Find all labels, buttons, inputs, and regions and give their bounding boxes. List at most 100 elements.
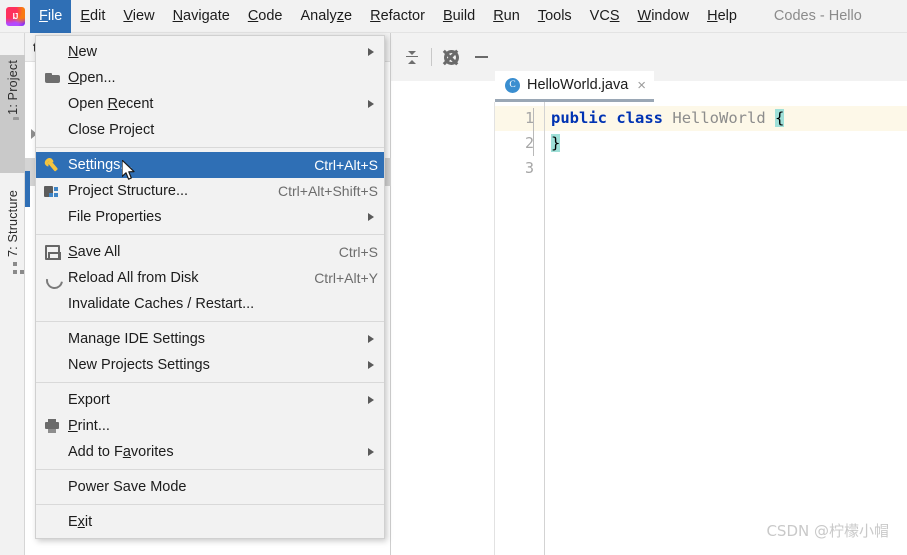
- submenu-arrow-icon: [368, 396, 374, 404]
- menu-item-save-all-accel: Ctrl+S: [338, 244, 378, 260]
- wrench-icon: [36, 152, 68, 178]
- project-structure-icon: [36, 178, 68, 204]
- submenu-arrow-icon: [368, 48, 374, 56]
- submenu-arrow-icon: [368, 100, 374, 108]
- close-icon[interactable]: ×: [637, 78, 646, 93]
- intellij-idea-window: File Edit View Navigate Code Analyze Ref…: [0, 0, 907, 555]
- submenu-arrow-icon: [368, 361, 374, 369]
- menu-item-settings[interactable]: Settings... Ctrl+Alt+S: [36, 152, 384, 178]
- menu-build[interactable]: Build: [434, 0, 484, 33]
- code-fold-line[interactable]: [533, 108, 534, 156]
- menu-vcs[interactable]: VCS: [581, 0, 629, 33]
- menu-separator: [36, 234, 384, 235]
- menu-item-manage-ide-settings[interactable]: Manage IDE Settings: [36, 326, 384, 352]
- menu-separator: [36, 382, 384, 383]
- code-keyword-public: public: [551, 109, 607, 127]
- menu-item-power-save-mode[interactable]: Power Save Mode: [36, 474, 384, 500]
- menu-edit[interactable]: Edit: [71, 0, 114, 33]
- menu-help[interactable]: Help: [698, 0, 746, 33]
- menu-bar: File Edit View Navigate Code Analyze Ref…: [0, 0, 907, 33]
- menu-refactor[interactable]: Refactor: [361, 0, 434, 33]
- java-class-icon: C: [505, 77, 520, 93]
- intellij-idea-logo-icon: [5, 6, 25, 26]
- sidebar-item-structure[interactable]: 7: Structure: [0, 185, 25, 313]
- menu-item-file-properties-label: File Properties: [68, 209, 162, 225]
- menu-item-project-structure-accel: Ctrl+Alt+Shift+S: [278, 183, 378, 199]
- menu-item-export[interactable]: Export: [36, 387, 384, 413]
- menu-view[interactable]: View: [114, 0, 163, 33]
- menu-item-save-all[interactable]: Save All Ctrl+S: [36, 239, 384, 265]
- submenu-arrow-icon: [368, 448, 374, 456]
- editor-tab-label: HelloWorld.java: [527, 77, 629, 93]
- menu-item-new-label: New: [68, 44, 98, 60]
- menu-item-print[interactable]: Print...: [36, 413, 384, 439]
- menu-separator: [36, 469, 384, 470]
- menu-item-reload-all-from-disk[interactable]: Reload All from Disk Ctrl+Alt+Y: [36, 265, 384, 291]
- line-number: 2: [524, 134, 534, 152]
- menu-file[interactable]: File: [30, 0, 72, 33]
- sidebar-item-project[interactable]: 1: Project: [0, 55, 25, 173]
- menu-item-settings-label: Settings...: [68, 157, 133, 173]
- menu-separator: [36, 147, 384, 148]
- editor-gutter[interactable]: 1 2 3: [495, 102, 545, 555]
- menu-item-exit[interactable]: Exit: [36, 509, 384, 535]
- sidebar-item-project-label: 1: Project: [5, 60, 20, 115]
- menu-item-icon-placeholder: [36, 439, 68, 465]
- menu-item-reload-all-from-disk-accel: Ctrl+Alt+Y: [314, 270, 378, 286]
- code-text-area[interactable]: public class HelloWorld { }: [545, 102, 907, 555]
- printer-icon: [36, 413, 68, 439]
- sidebar-item-structure-label: 7: Structure: [5, 190, 20, 258]
- menu-item-new[interactable]: New: [36, 39, 384, 65]
- app-logo: [0, 0, 30, 33]
- menu-navigate[interactable]: Navigate: [164, 0, 239, 33]
- minus-icon: [474, 56, 488, 58]
- menu-run[interactable]: Run: [484, 0, 529, 33]
- submenu-arrow-icon: [368, 335, 374, 343]
- menu-item-invalidate-caches[interactable]: Invalidate Caches / Restart...: [36, 291, 384, 317]
- hide-button[interactable]: [466, 42, 496, 72]
- window-title: Codes - Hello: [773, 8, 862, 24]
- menu-item-exit-label: Exit: [68, 514, 93, 530]
- menu-analyze[interactable]: Analyze: [292, 0, 362, 33]
- collapse-all-button[interactable]: [397, 42, 427, 72]
- menu-item-icon-placeholder: [36, 352, 68, 378]
- menu-item-power-save-mode-label: Power Save Mode: [68, 479, 187, 495]
- menu-item-open[interactable]: Open...: [36, 65, 384, 91]
- code-editor[interactable]: 1 2 3 public class HelloWorld { }: [495, 102, 907, 555]
- menu-item-icon-placeholder: [36, 39, 68, 65]
- submenu-arrow-icon: [368, 213, 374, 221]
- menu-item-file-properties[interactable]: File Properties: [36, 204, 384, 230]
- reload-icon: [36, 265, 68, 291]
- menu-item-icon-placeholder: [36, 291, 68, 317]
- tool-window-strip-left: 1: Project 7: Structure: [0, 33, 25, 555]
- menu-item-close-project[interactable]: Close Project: [36, 117, 384, 143]
- menu-item-add-to-favorites[interactable]: Add to Favorites: [36, 439, 384, 465]
- menu-code[interactable]: Code: [239, 0, 292, 33]
- menu-item-invalidate-caches-label: Invalidate Caches / Restart...: [68, 296, 255, 312]
- menu-item-open-label: Open...: [68, 70, 116, 86]
- collapse-all-icon: [405, 50, 419, 64]
- code-close-brace: }: [551, 134, 561, 152]
- menu-window[interactable]: Window: [629, 0, 699, 33]
- line-number: 3: [524, 159, 534, 177]
- menu-separator: [36, 321, 384, 322]
- code-line-1: public class HelloWorld {: [545, 106, 907, 131]
- menu-item-reload-all-from-disk-label: Reload All from Disk: [68, 270, 199, 286]
- settings-button[interactable]: [436, 42, 466, 72]
- save-icon: [36, 239, 68, 265]
- file-menu-popup: New Open... Open Recent Close Project Se…: [35, 35, 385, 539]
- menu-item-icon-placeholder: [36, 204, 68, 230]
- menu-item-project-structure[interactable]: Project Structure... Ctrl+Alt+Shift+S: [36, 178, 384, 204]
- gear-icon: [443, 49, 459, 65]
- menu-item-save-all-label: Save All: [68, 244, 121, 260]
- editor-tab-helloworld[interactable]: C HelloWorld.java ×: [495, 71, 655, 102]
- menu-item-project-structure-label: Project Structure...: [68, 183, 189, 199]
- watermark-text: CSDN @柠檬小帽: [766, 522, 889, 540]
- menu-item-new-projects-settings[interactable]: New Projects Settings: [36, 352, 384, 378]
- menu-item-open-recent[interactable]: Open Recent: [36, 91, 384, 117]
- menu-item-new-projects-settings-label: New Projects Settings: [68, 357, 210, 373]
- project-panel-scroll-indicator[interactable]: [25, 171, 30, 207]
- menu-item-print-label: Print...: [68, 418, 110, 434]
- menu-tools[interactable]: Tools: [529, 0, 581, 33]
